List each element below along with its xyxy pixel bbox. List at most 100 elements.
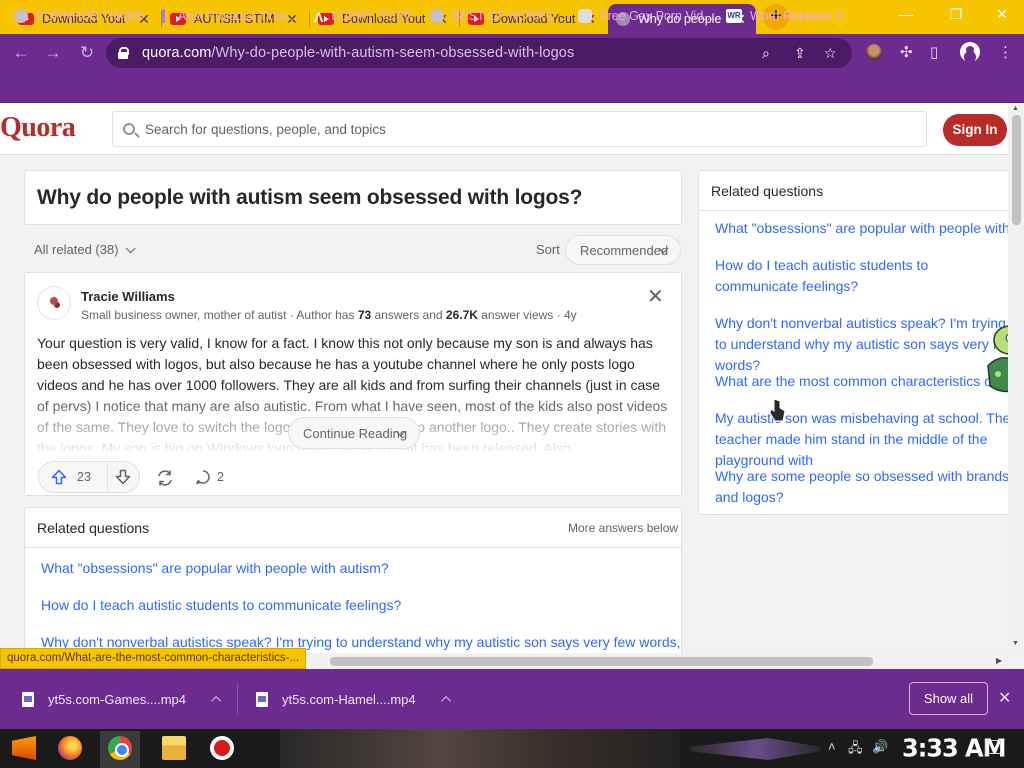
scroll-down-icon[interactable]: ▼ — [1012, 640, 1019, 647]
bookmark-label: FURRY PORN — [331, 9, 414, 23]
globe-icon — [14, 9, 28, 23]
upvote-icon[interactable] — [51, 469, 67, 485]
volume-icon[interactable]: 🔊 — [872, 739, 888, 755]
upvote-count: 23 — [77, 470, 91, 484]
search-box[interactable] — [112, 111, 927, 147]
related-header: Related questions — [699, 171, 1009, 211]
scroll-right-icon[interactable]: ▶ — [996, 656, 1002, 665]
close-window-icon[interactable]: ✕ — [982, 6, 1022, 23]
chrome-icon[interactable] — [108, 736, 132, 760]
network-icon[interactable]: 🖧 — [848, 739, 863, 761]
comment-count: 2 — [217, 470, 224, 484]
related-title: Related questions — [37, 520, 150, 536]
vertical-scrollbar[interactable]: ▲ ▼ — [1008, 103, 1024, 653]
scroll-thumb[interactable] — [1012, 115, 1021, 225]
bookmark-label: BEST OF HORRO... — [452, 9, 566, 23]
share-reshare-icon[interactable] — [155, 468, 175, 488]
download-filename: yt5s.com-Hamel....mp4 — [282, 691, 416, 707]
related-title: Related questions — [711, 183, 824, 199]
related-question-link[interactable]: How do I teach autistic students to comm… — [41, 595, 401, 616]
sort-dropdown[interactable]: Recommended — [565, 235, 681, 265]
back-arrow-icon[interactable]: ← — [10, 42, 32, 64]
record-icon[interactable] — [210, 736, 234, 760]
answers-count: 73 — [357, 308, 372, 322]
url-text: quora.com/Why-do-people-with-autism-seem… — [142, 45, 574, 61]
continue-reading-label: Continue Reading — [303, 426, 408, 441]
bookmark-item[interactable]: Λ FURRY PORN — [314, 7, 414, 25]
related-question-link[interactable]: What "obsessions" are popular with peopl… — [41, 558, 389, 579]
bookmark-item[interactable]: PORNHUB TRANS — [14, 7, 144, 25]
a-logo-icon: Λ — [314, 9, 324, 25]
url-domain: quora.com — [142, 45, 212, 61]
bookmark-label: Word Replacer II — [750, 9, 844, 23]
cred-prefix: Small business owner, mother of autist ·… — [81, 308, 358, 322]
search-input[interactable] — [145, 121, 905, 137]
bookmark-star-icon[interactable]: ☆ — [824, 45, 837, 62]
question-card: Why do people with autism seem obsessed … — [24, 170, 682, 225]
related-question-link[interactable]: What "obsessions" are popular with peopl… — [715, 218, 1009, 239]
search-icon[interactable]: ⌕ — [762, 45, 770, 62]
author-credentials: Small business owner, mother of autist ·… — [81, 308, 577, 322]
chevron-up-icon[interactable]: ˄ — [828, 739, 836, 754]
globe-icon — [430, 9, 444, 23]
quora-logo[interactable]: Quora — [0, 112, 76, 144]
wr-icon: WR — [726, 9, 742, 23]
vote-control: 23 — [38, 461, 140, 493]
more-answers-below: More answers below — [568, 521, 679, 535]
close-icon[interactable]: ✕ — [647, 284, 664, 309]
reload-icon[interactable]: ↻ — [76, 42, 98, 64]
bookmark-label: Anal Prolapse Time... — [178, 9, 297, 23]
continue-reading-button[interactable]: Continue Reading — [288, 417, 420, 449]
forward-arrow-icon[interactable]: → — [42, 42, 64, 64]
related-questions-main: Related questions More answers below Wha… — [24, 507, 682, 667]
menu-kebab-icon[interactable]: ⋮ — [998, 43, 1013, 61]
close-icon[interactable]: ✕ — [998, 688, 1011, 708]
sign-in-button[interactable]: Sign In — [943, 114, 1007, 146]
download-filename: yt5s.com-Games....mp4 — [48, 691, 186, 707]
bookmark-label: Free Gay Porn Vid... — [600, 9, 714, 23]
mouse-cursor-icon — [769, 398, 786, 422]
firefox-icon[interactable] — [58, 736, 82, 760]
related-question-link[interactable]: Why don't nonverbal autistics speak? I'm… — [715, 313, 1009, 376]
restore-icon[interactable]: ❐ — [936, 6, 976, 23]
chevron-up-icon[interactable] — [440, 695, 451, 706]
download-separator — [237, 683, 238, 715]
author-name[interactable]: Tracie Williams — [81, 289, 175, 304]
side-panel-icon[interactable]: ▯ — [930, 43, 938, 61]
address-bar[interactable]: quora.com/Why-do-people-with-autism-seem… — [106, 38, 852, 68]
video-icon — [162, 9, 170, 23]
share-icon[interactable]: ⇪ — [794, 45, 806, 62]
skull-icon — [578, 9, 592, 23]
status-bar-url: quora.com/What-are-the-most-common-chara… — [0, 648, 307, 669]
answer-card: Tracie Williams Small business owner, mo… — [24, 272, 682, 496]
download-item[interactable]: yt5s.com-Games....mp4 — [22, 688, 222, 710]
show-all-button[interactable]: Show all — [909, 682, 988, 715]
extensions-puzzle-icon[interactable]: ✣ — [900, 43, 913, 61]
all-related-filter[interactable]: All related (38) — [34, 242, 136, 257]
author-avatar[interactable] — [37, 286, 71, 320]
bookmark-item[interactable]: Free Gay Porn Vid... — [578, 7, 714, 25]
downvote-icon[interactable] — [115, 469, 131, 485]
scroll-thumb[interactable] — [330, 657, 873, 666]
notification-icon[interactable] — [985, 740, 1001, 754]
related-question-link[interactable]: What are the most common characteristics… — [715, 371, 1009, 392]
file-explorer-icon[interactable] — [162, 736, 186, 760]
download-item[interactable]: yt5s.com-Hamel....mp4 — [256, 688, 451, 710]
minimize-icon[interactable]: — — [886, 6, 926, 22]
bookmark-item[interactable]: Anal Prolapse Time... — [162, 7, 297, 25]
scroll-up-icon[interactable]: ▲ — [1012, 105, 1019, 112]
chevron-up-icon[interactable] — [211, 695, 222, 706]
related-question-link[interactable]: Why are some people so obsessed with bra… — [715, 466, 1009, 508]
bookmark-label: PORNHUB TRANS — [36, 9, 145, 23]
bookmark-item[interactable]: WR Word Replacer II — [726, 7, 844, 25]
question-title: Why do people with autism seem obsessed … — [37, 186, 583, 209]
related-question-link[interactable]: My autistic son was misbehaving at schoo… — [715, 408, 1009, 471]
chevron-down-icon — [125, 243, 136, 254]
sort-value: Recommended — [580, 243, 669, 258]
bookmark-item[interactable]: BEST OF HORRO... — [430, 7, 566, 25]
comment-icon[interactable] — [195, 469, 211, 485]
profile-icon[interactable] — [960, 42, 980, 62]
extension-avatar-icon[interactable] — [866, 44, 882, 60]
bookmarks-bar — [0, 71, 1024, 103]
related-question-link[interactable]: How do I teach autistic students to comm… — [715, 255, 1007, 297]
